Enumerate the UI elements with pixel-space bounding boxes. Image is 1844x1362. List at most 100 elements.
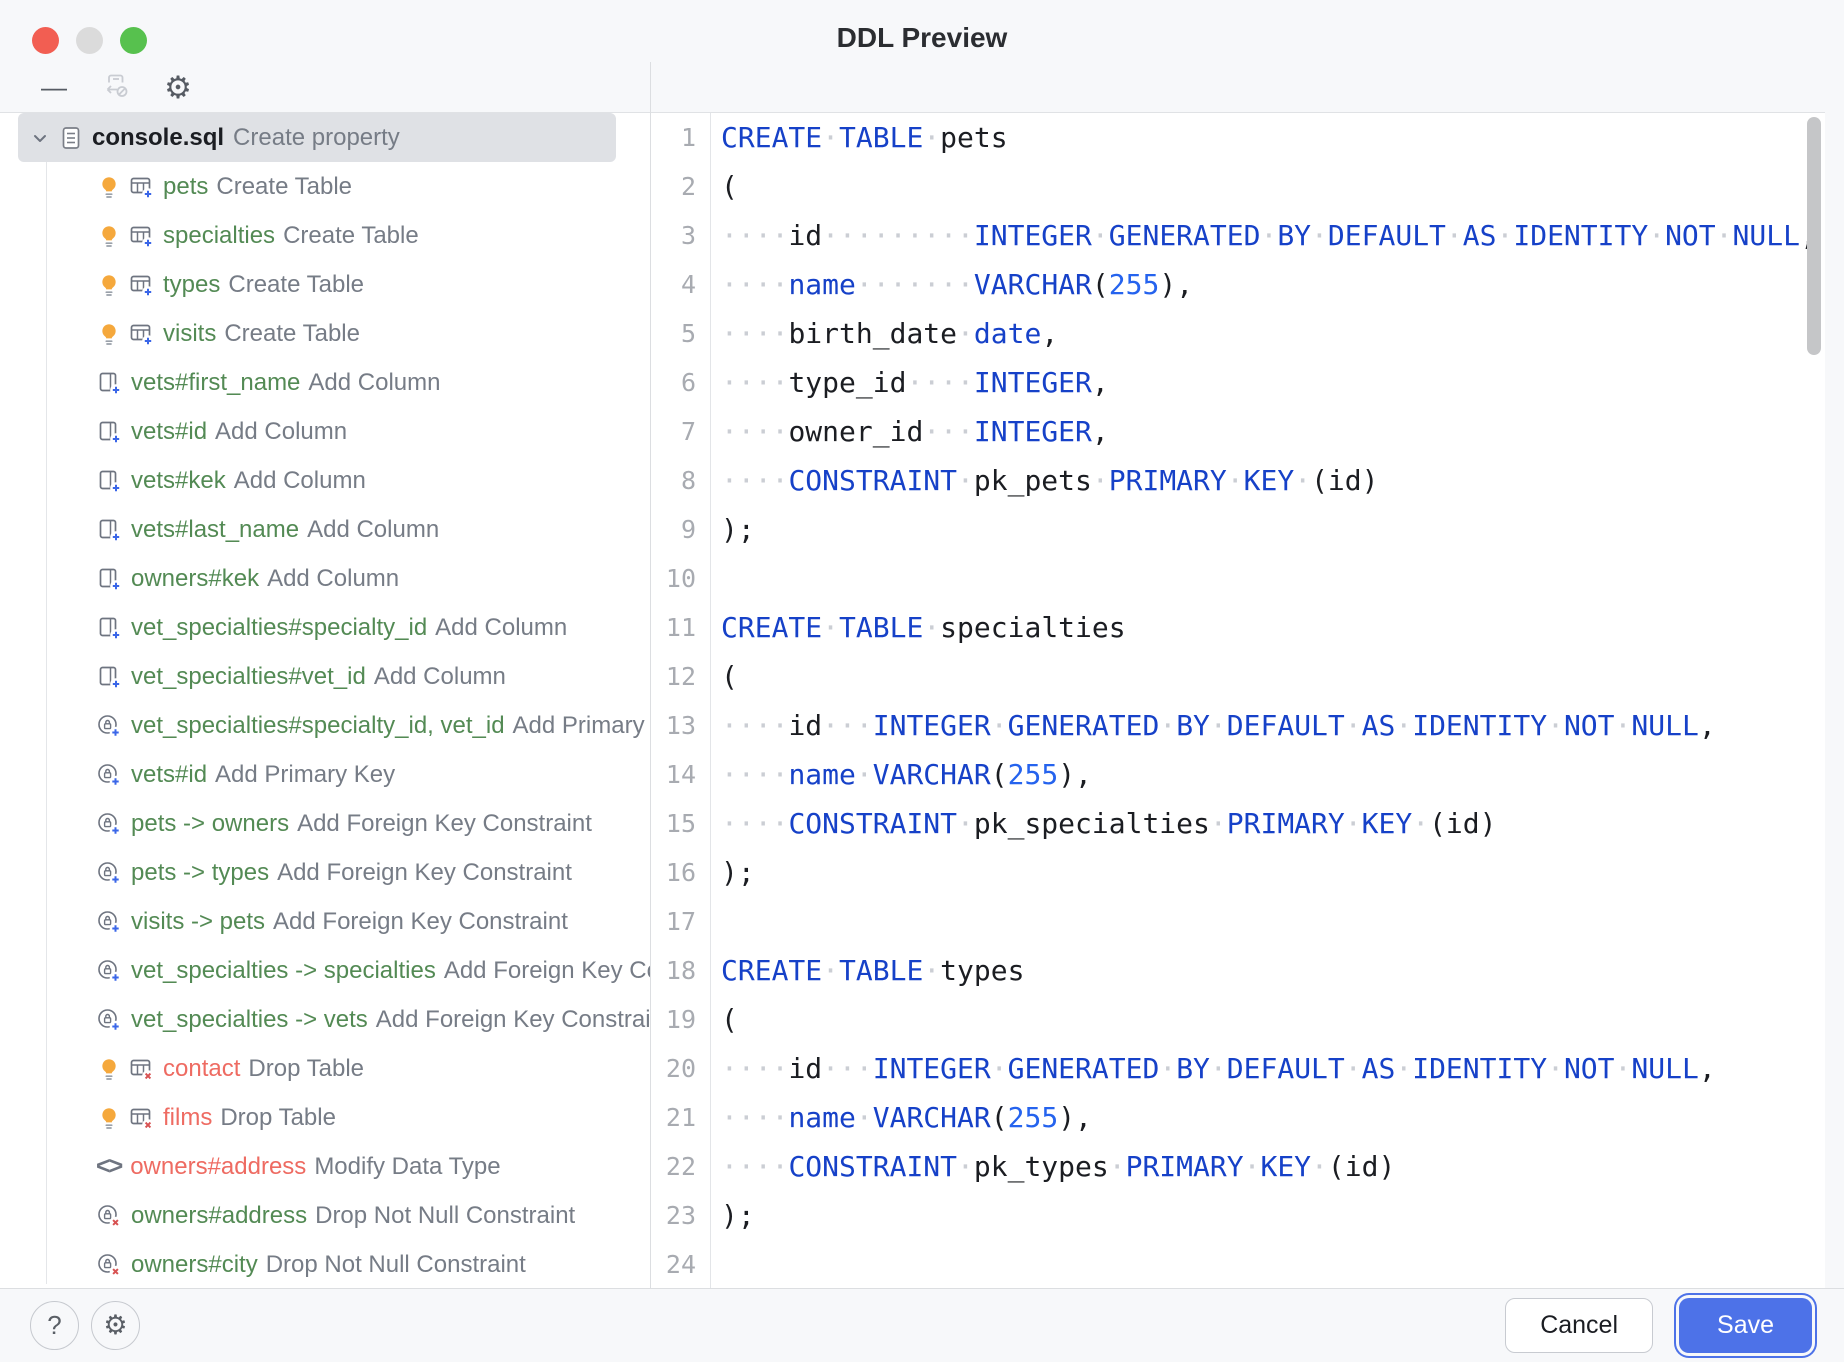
code-line[interactable]: 3····id·········INTEGER·GENERATED·BY·DEF… bbox=[651, 211, 1825, 260]
code-line[interactable]: 20····id···INTEGER·GENERATED·BY·DEFAULT·… bbox=[651, 1044, 1825, 1093]
tree-item[interactable]: specialtiesCreate Table bbox=[0, 211, 650, 260]
tree-item-action: Add Column bbox=[307, 516, 439, 544]
save-button[interactable]: Save bbox=[1679, 1298, 1812, 1353]
tree-item[interactable]: vet_specialties#vet_idAdd Column bbox=[0, 652, 650, 701]
rollback-button[interactable] bbox=[98, 69, 134, 105]
tree-item[interactable]: owners#kekAdd Column bbox=[0, 554, 650, 603]
tree-item[interactable]: visits -> petsAdd Foreign Key Constraint bbox=[0, 897, 650, 946]
code-text: ); bbox=[711, 505, 755, 554]
code-text: ····birth_date·date, bbox=[711, 309, 1058, 358]
code-token: · bbox=[923, 954, 940, 987]
code-line[interactable]: 6····type_id····INTEGER, bbox=[651, 358, 1825, 407]
tree-item[interactable]: vet_specialties -> specialtiesAdd Foreig… bbox=[0, 946, 650, 995]
code-text: ( bbox=[711, 162, 738, 211]
tree-item[interactable]: petsCreate Table bbox=[0, 162, 650, 211]
code-token: INTEGER bbox=[873, 1052, 991, 1085]
tree-item-name: owners#address bbox=[130, 1153, 306, 1181]
code-line[interactable]: 15····CONSTRAINT·pk_specialties·PRIMARY·… bbox=[651, 799, 1825, 848]
code-line[interactable]: 16); bbox=[651, 848, 1825, 897]
code-token: PRIMARY bbox=[1109, 464, 1227, 497]
code-token: ), bbox=[1058, 758, 1092, 791]
code-text: CREATE·TABLE·pets bbox=[711, 113, 1008, 162]
tree-item[interactable]: pets -> typesAdd Foreign Key Constraint bbox=[0, 848, 650, 897]
code-text: CREATE·TABLE·specialties bbox=[711, 603, 1126, 652]
tree-item[interactable]: <>owners#addressModify Data Type bbox=[0, 1142, 650, 1191]
code-line[interactable]: 22····CONSTRAINT·pk_types·PRIMARY·KEY·(i… bbox=[651, 1142, 1825, 1191]
code-line[interactable]: 9); bbox=[651, 505, 1825, 554]
tree-item[interactable]: owners#cityDrop Not Null Constraint bbox=[0, 1240, 650, 1288]
line-number: 19 bbox=[651, 995, 711, 1044]
code-token: pk_specialties bbox=[974, 807, 1210, 840]
tree-item[interactable]: vet_specialties -> vetsAdd Foreign Key C… bbox=[0, 995, 650, 1044]
code-token: NULL bbox=[1631, 709, 1698, 742]
code-line[interactable]: 18CREATE·TABLE·types bbox=[651, 946, 1825, 995]
tree-item[interactable]: vet_specialties#specialty_id, vet_idAdd … bbox=[0, 701, 650, 750]
code-token: DEFAULT bbox=[1227, 1052, 1345, 1085]
code-token: INTEGER bbox=[873, 709, 991, 742]
cancel-button[interactable]: Cancel bbox=[1505, 1298, 1653, 1353]
code-text: ····id·········INTEGER·GENERATED·BY·DEFA… bbox=[711, 211, 1817, 260]
code-token: · bbox=[1311, 219, 1328, 252]
code-line[interactable]: 4····name·······VARCHAR(255), bbox=[651, 260, 1825, 309]
tree-item-name: pets -> types bbox=[131, 859, 269, 887]
code-line[interactable]: 21····name·VARCHAR(255), bbox=[651, 1093, 1825, 1142]
tree-item[interactable]: contactDrop Table bbox=[0, 1044, 650, 1093]
tree-root-item[interactable]: console.sql Create property bbox=[18, 113, 616, 162]
lightbulb-icon bbox=[96, 272, 122, 298]
tree-item-name: visits bbox=[163, 320, 216, 348]
code-line[interactable]: 17 bbox=[651, 897, 1825, 946]
code-line[interactable]: 13····id···INTEGER·GENERATED·BY·DEFAULT·… bbox=[651, 701, 1825, 750]
tree-item[interactable]: visitsCreate Table bbox=[0, 309, 650, 358]
code-token: PRIMARY bbox=[1227, 807, 1345, 840]
tree-item-name: vets#id bbox=[131, 418, 207, 446]
tree-settings-button[interactable]: ⚙ bbox=[160, 69, 196, 105]
code-line[interactable]: 11CREATE·TABLE·specialties bbox=[651, 603, 1825, 652]
code-line[interactable]: 2( bbox=[651, 162, 1825, 211]
code-token: , bbox=[1092, 366, 1109, 399]
footer-settings-button[interactable]: ⚙ bbox=[91, 1301, 140, 1350]
tree-item[interactable]: owners#addressDrop Not Null Constraint bbox=[0, 1191, 650, 1240]
tree-item-action: Create Table bbox=[228, 271, 364, 299]
tree-item[interactable]: vets#idAdd Column bbox=[0, 407, 650, 456]
line-number: 13 bbox=[651, 701, 711, 750]
tree-item-name: vet_specialties#specialty_id, vet_id bbox=[131, 712, 505, 740]
code-line[interactable]: 7····owner_id···INTEGER, bbox=[651, 407, 1825, 456]
code-token: NOT bbox=[1665, 219, 1716, 252]
key-add-icon bbox=[96, 958, 122, 984]
code-line[interactable]: 8····CONSTRAINT·pk_pets·PRIMARY·KEY·(id) bbox=[651, 456, 1825, 505]
code-line[interactable]: 12( bbox=[651, 652, 1825, 701]
lightbulb-icon bbox=[96, 174, 122, 200]
tree-item[interactable]: typesCreate Table bbox=[0, 260, 650, 309]
code-line[interactable]: 24 bbox=[651, 1240, 1825, 1288]
tree-item[interactable]: vet_specialties#specialty_idAdd Column bbox=[0, 603, 650, 652]
help-button[interactable]: ? bbox=[30, 1301, 79, 1350]
column-add-icon bbox=[96, 468, 122, 494]
code-token: IDENTITY bbox=[1513, 219, 1648, 252]
tree-item[interactable]: vets#last_nameAdd Column bbox=[0, 505, 650, 554]
code-line[interactable]: 1CREATE·TABLE·pets bbox=[651, 113, 1825, 162]
line-number: 5 bbox=[651, 309, 711, 358]
code-text: ····id···INTEGER·GENERATED·BY·DEFAULT·AS… bbox=[711, 1044, 1716, 1093]
tree-item[interactable]: vets#idAdd Primary Key bbox=[0, 750, 650, 799]
code-line[interactable]: 23); bbox=[651, 1191, 1825, 1240]
tree-item-action: Add Column bbox=[374, 663, 506, 691]
rollback-icon bbox=[101, 70, 131, 105]
code-line[interactable]: 19( bbox=[651, 995, 1825, 1044]
tree-item[interactable]: filmsDrop Table bbox=[0, 1093, 650, 1142]
tree-item[interactable]: pets -> ownersAdd Foreign Key Constraint bbox=[0, 799, 650, 848]
ddl-editor[interactable]: 1CREATE·TABLE·pets2(3····id·········INTE… bbox=[651, 112, 1825, 1288]
code-token: ···· bbox=[721, 709, 788, 742]
tree-item-name: vet_specialties#specialty_id bbox=[131, 614, 427, 642]
tree-item[interactable]: vets#kekAdd Column bbox=[0, 456, 650, 505]
tree-item[interactable]: vets#first_nameAdd Column bbox=[0, 358, 650, 407]
code-token: ··· bbox=[822, 1052, 873, 1085]
code-line[interactable]: 14····name·VARCHAR(255), bbox=[651, 750, 1825, 799]
code-line[interactable]: 5····birth_date·date, bbox=[651, 309, 1825, 358]
collapse-button[interactable]: — bbox=[36, 69, 72, 105]
code-token: · bbox=[856, 758, 873, 791]
code-text: ····owner_id···INTEGER, bbox=[711, 407, 1109, 456]
code-line[interactable]: 10 bbox=[651, 554, 1825, 603]
line-number: 7 bbox=[651, 407, 711, 456]
code-token: INTEGER bbox=[974, 366, 1092, 399]
editor-scrollbar-thumb[interactable] bbox=[1807, 117, 1821, 355]
